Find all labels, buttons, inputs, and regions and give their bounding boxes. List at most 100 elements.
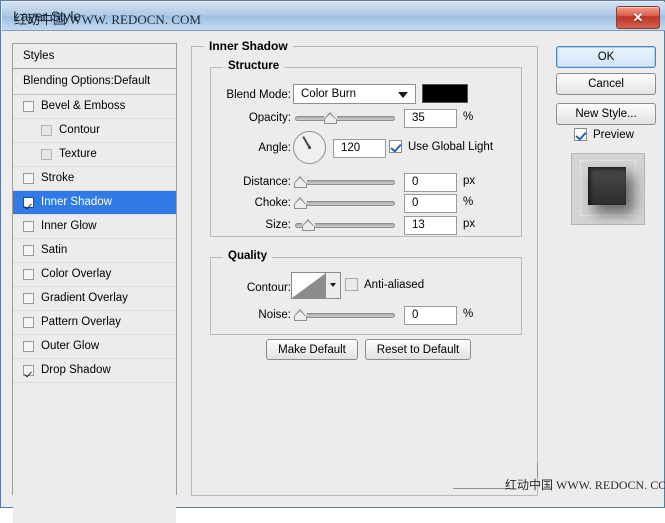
- choke-input[interactable]: 0: [404, 194, 457, 213]
- checkbox-box[interactable]: [389, 140, 402, 153]
- close-button[interactable]: ✕: [616, 6, 660, 29]
- slider-track: [295, 313, 395, 318]
- blending-options-row[interactable]: Blending Options:Default: [13, 69, 176, 95]
- style-label: Drop Shadow: [41, 359, 111, 382]
- close-icon: ✕: [617, 7, 659, 28]
- style-row[interactable]: Satin: [13, 239, 176, 263]
- quality-group-title: Quality: [223, 250, 272, 262]
- chevron-down-icon: [398, 92, 408, 98]
- style-row[interactable]: Inner Glow: [13, 215, 176, 239]
- structure-group-title: Structure: [223, 60, 284, 72]
- blend-mode-label: Blend Mode:: [206, 89, 291, 101]
- style-checkbox[interactable]: [23, 317, 34, 328]
- style-checkbox[interactable]: [23, 341, 34, 352]
- styles-panel: Styles Blending Options:Default Bevel & …: [12, 43, 177, 495]
- style-label: Inner Shadow: [41, 191, 112, 214]
- style-label: Stroke: [41, 167, 74, 190]
- slider-thumb[interactable]: [302, 219, 315, 231]
- slider-track: [295, 116, 395, 121]
- preview-shape: [588, 167, 626, 205]
- style-label: Pattern Overlay: [41, 311, 121, 334]
- slider-thumb[interactable]: [294, 197, 307, 209]
- size-input[interactable]: 13: [404, 216, 457, 235]
- chevron-down-icon[interactable]: [325, 273, 340, 298]
- style-checkbox[interactable]: [23, 293, 34, 304]
- distance-label: Distance:: [206, 176, 291, 188]
- angle-input[interactable]: 120: [333, 139, 386, 158]
- style-label: Texture: [59, 143, 97, 166]
- watermark-line-vertical: [537, 463, 538, 477]
- style-checkbox[interactable]: [23, 365, 34, 376]
- slider-thumb[interactable]: [294, 176, 307, 188]
- blend-mode-value: Color Burn: [301, 88, 356, 100]
- anti-aliased-checkbox[interactable]: Anti-aliased: [345, 278, 424, 291]
- style-label: Bevel & Emboss: [41, 95, 125, 118]
- style-label: Color Overlay: [41, 263, 111, 286]
- title-bar: Layer Style 红动中国 WWW. REDOCN. COM ✕: [2, 2, 665, 31]
- noise-slider[interactable]: [295, 308, 395, 322]
- angle-dial[interactable]: [293, 131, 326, 164]
- style-row[interactable]: Pattern Overlay: [13, 311, 176, 335]
- size-label: Size:: [206, 219, 291, 231]
- slider-track: [295, 201, 395, 206]
- style-label: Inner Glow: [41, 215, 97, 238]
- size-slider[interactable]: [295, 218, 395, 232]
- style-label: Satin: [41, 239, 67, 262]
- noise-input[interactable]: 0: [404, 306, 457, 325]
- style-label: Outer Glow: [41, 335, 99, 358]
- styles-header: Styles: [13, 44, 176, 69]
- style-row[interactable]: Stroke: [13, 167, 176, 191]
- style-label: Gradient Overlay: [41, 287, 128, 310]
- title-watermark: 红动中国 WWW. REDOCN. COM: [14, 9, 201, 28]
- style-row[interactable]: Outer Glow: [13, 335, 176, 359]
- distance-input[interactable]: 0: [404, 173, 457, 192]
- preview-label: Preview: [593, 129, 634, 141]
- noise-label: Noise:: [206, 309, 291, 321]
- cancel-button[interactable]: Cancel: [556, 73, 656, 95]
- choke-slider[interactable]: [295, 196, 395, 210]
- style-row[interactable]: Drop Shadow: [13, 359, 176, 383]
- style-row[interactable]: Bevel & Emboss: [13, 95, 176, 119]
- style-checkbox[interactable]: [23, 269, 34, 280]
- use-global-light-label: Use Global Light: [408, 141, 493, 153]
- checkbox-box[interactable]: [345, 278, 358, 291]
- checkbox-box[interactable]: [574, 128, 587, 141]
- blend-mode-select[interactable]: Color Burn: [293, 84, 416, 104]
- style-row[interactable]: Gradient Overlay: [13, 287, 176, 311]
- opacity-input[interactable]: 35: [404, 109, 457, 128]
- anti-aliased-label: Anti-aliased: [364, 279, 424, 291]
- make-default-button[interactable]: Make Default: [266, 339, 358, 360]
- opacity-slider[interactable]: [295, 111, 395, 125]
- style-checkbox[interactable]: [41, 149, 52, 160]
- style-checkbox[interactable]: [23, 221, 34, 232]
- angle-hub-icon: [308, 146, 312, 150]
- opacity-label: Opacity:: [206, 112, 291, 124]
- style-checkbox[interactable]: [41, 125, 52, 136]
- style-row-inner-shadow[interactable]: Inner Shadow: [13, 191, 176, 215]
- preview-checkbox[interactable]: Preview: [574, 128, 634, 141]
- style-checkbox[interactable]: [23, 173, 34, 184]
- style-row[interactable]: Texture: [13, 143, 176, 167]
- slider-thumb[interactable]: [324, 112, 337, 124]
- layer-style-dialog: Layer Style 红动中国 WWW. REDOCN. COM ✕ Styl…: [0, 0, 665, 508]
- shadow-color-swatch[interactable]: [422, 84, 468, 103]
- style-row[interactable]: Contour: [13, 119, 176, 143]
- style-checkbox[interactable]: [23, 245, 34, 256]
- contour-preset-select[interactable]: [291, 272, 341, 299]
- reset-to-default-button[interactable]: Reset to Default: [365, 339, 471, 360]
- use-global-light-checkbox[interactable]: Use Global Light: [389, 140, 493, 153]
- slider-thumb[interactable]: [294, 309, 307, 321]
- size-unit: px: [463, 218, 475, 230]
- distance-slider[interactable]: [295, 175, 395, 189]
- new-style-button[interactable]: New Style...: [556, 103, 656, 125]
- style-row[interactable]: Color Overlay: [13, 263, 176, 287]
- style-checkbox[interactable]: [23, 197, 34, 208]
- style-label: Contour: [59, 119, 100, 142]
- noise-unit: %: [463, 308, 473, 320]
- choke-label: Choke:: [206, 197, 291, 209]
- style-checkbox[interactable]: [23, 101, 34, 112]
- ok-button[interactable]: OK: [556, 46, 656, 68]
- contour-label: Contour:: [206, 282, 291, 294]
- quality-group: Quality: [210, 257, 522, 335]
- watermark-line-horizontal: [453, 488, 511, 489]
